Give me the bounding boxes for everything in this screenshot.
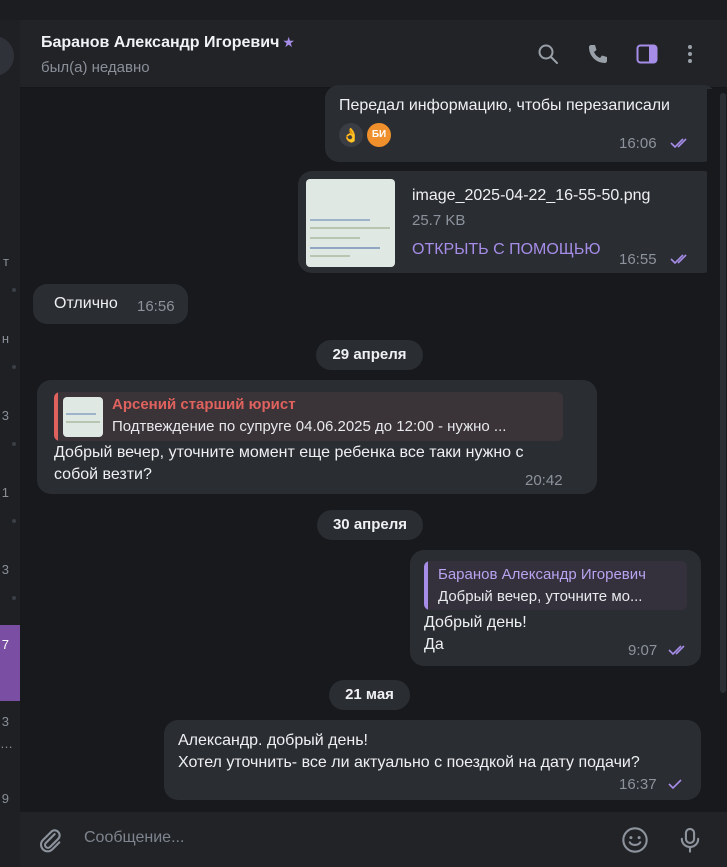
sent-check-icon [668,779,682,790]
mic-icon[interactable] [676,826,704,854]
window-top-strip [0,0,727,20]
unread-dot [12,519,16,523]
message-text: Передал информацию, чтобы перезаписали [339,97,670,114]
chat-list-fragment[interactable]: 3 [0,562,20,577]
reply-text: Подтвеждение по супруге 04.06.2025 до 12… [112,418,507,435]
premium-star-icon: ★ [282,34,295,50]
message-text-line: Да [424,636,444,653]
phone-icon[interactable] [586,42,610,66]
chat-header: Баранов Александр Игоревич ★ был(а) недав… [20,20,727,88]
unread-dot [12,442,16,446]
reply-text: Добрый вечер, уточните мо... [438,588,643,605]
message-text-line: Александр. добрый день! [178,732,368,749]
chat-list-fragment[interactable]: 9 [0,791,20,806]
message-bubble-outgoing[interactable]: Александр. добрый день! Хотел уточнить- … [164,720,701,800]
unread-dot [12,365,16,369]
file-name: image_2025-04-22_16-55-50.png [412,187,651,204]
chat-list-fragment[interactable]: 1 [0,485,20,500]
date-separator: 30 апреля [317,510,423,540]
message-time: 20:42 [525,472,563,489]
message-time: 16:55 [619,251,657,268]
unread-dot [12,288,16,292]
chat-list-slice: т н 3 1 3 7 3 … 9 [0,20,20,867]
scrollbar-thumb[interactable] [720,93,726,693]
chat-list-fragment[interactable]: … [0,736,20,751]
message-time: 9:07 [628,642,658,659]
message-bubble-incoming[interactable]: Отлично 16:56 [33,284,188,324]
message-time: 16:37 [619,776,657,793]
chat-list-fragment[interactable]: 3 [0,408,20,423]
contact-status: был(а) недавно [41,59,150,76]
file-size: 25.7 KB [412,212,466,229]
reply-quote[interactable]: Баранов Александр Игоревич Добрый вечер,… [424,561,687,610]
message-bubble-incoming[interactable]: Арсений старший юрист Подтвеждение по су… [37,380,597,494]
message-text: Отлично [54,295,118,312]
date-separator: 21 мая [329,680,410,710]
chat-list-fragment[interactable]: 3 [0,714,20,729]
read-checks-icon [670,254,687,265]
reply-author: Баранов Александр Игоревич [438,566,646,583]
sidebar-toggle-icon[interactable] [635,42,659,66]
scrollbar[interactable] [707,89,727,812]
message-input[interactable]: Сообщение... [84,829,184,847]
read-checks-icon [668,645,685,656]
message-list[interactable]: Передал информацию, чтобы перезаписали 👌… [20,85,717,812]
message-text-line: Добрый день! [424,614,527,631]
file-thumbnail[interactable] [306,179,395,267]
read-checks-icon [670,138,687,149]
message-text-line: собой везти? [54,466,152,483]
date-separator: 29 апреля [316,340,423,370]
search-icon[interactable] [536,42,560,66]
message-text-line: Добрый вечер, уточните момент еще ребенк… [54,444,524,461]
reply-author: Арсений старший юрист [112,396,296,413]
avatar[interactable] [0,36,14,76]
reply-quote[interactable]: Арсений старший юрист Подтвеждение по су… [54,392,563,441]
reply-bar [424,561,428,610]
message-time: 16:56 [137,298,175,315]
unread-dot [12,596,16,600]
emoji-icon[interactable] [621,826,649,854]
open-with-link[interactable]: ОТКРЫТЬ С ПОМОЩЬЮ [412,241,600,259]
reply-bar [54,392,58,441]
chat-list-fragment: 7 [1,637,9,652]
chat-list-fragment[interactable]: т [0,254,20,269]
message-bubble-outgoing[interactable]: Передал информацию, чтобы перезаписали 👌… [325,85,717,162]
more-vertical-icon[interactable] [678,42,702,66]
attach-icon[interactable] [36,826,64,854]
file-message-bubble[interactable]: image_2025-04-22_16-55-50.png 25.7 KB ОТ… [298,171,717,273]
message-composer: Сообщение... [20,812,727,867]
chat-list-fragment[interactable]: н [0,331,20,346]
message-bubble-outgoing[interactable]: Баранов Александр Игоревич Добрый вечер,… [410,550,701,666]
contact-name[interactable]: Баранов Александр Игоревич ★ [41,34,295,52]
reaction-avatar[interactable]: БИ [367,123,391,147]
message-time: 16:06 [619,135,657,152]
active-chat-item[interactable]: 7 [0,625,20,701]
reaction-ok-hand[interactable]: 👌 [339,123,363,147]
reply-thumbnail [63,397,103,437]
contact-name-text: Баранов Александр Игоревич [41,34,280,51]
message-text-line: Хотел уточнить- все ли актуально с поезд… [178,754,640,771]
